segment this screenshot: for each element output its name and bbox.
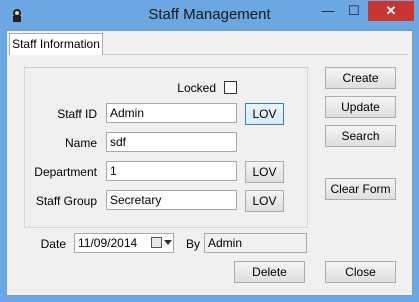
staff-group-lov-button[interactable]: LOV — [245, 190, 284, 212]
search-button[interactable]: Search — [325, 125, 396, 147]
clear-form-button[interactable]: Clear Form — [325, 178, 396, 200]
name-label: Name — [64, 136, 97, 150]
create-button[interactable]: Create — [325, 67, 396, 89]
staff-management-window: Staff Management — ☐ ✕ Staff Information… — [0, 0, 419, 302]
date-label: Date — [40, 237, 66, 251]
title-bar[interactable]: Staff Management — ☐ ✕ — [0, 0, 419, 30]
department-field[interactable]: 1 — [106, 161, 237, 181]
chevron-down-icon[interactable] — [164, 240, 172, 245]
department-lov-button[interactable]: LOV — [245, 161, 284, 183]
locked-label: Locked — [177, 81, 216, 95]
staff-group-label: Staff Group — [35, 194, 97, 208]
tab-staff-information[interactable]: Staff Information — [9, 33, 103, 55]
staff-id-label: Staff ID — [57, 107, 97, 121]
minimize-button[interactable]: — — [315, 1, 341, 21]
staff-id-lov-button[interactable]: LOV — [245, 103, 284, 125]
by-field: Admin — [204, 233, 307, 253]
delete-button[interactable]: Delete — [234, 261, 305, 283]
calendar-icon[interactable] — [151, 237, 162, 248]
date-value: 11/09/2014 — [78, 236, 138, 250]
staff-id-field[interactable]: Admin — [106, 103, 237, 123]
close-window-button[interactable]: ✕ — [368, 1, 414, 21]
department-label: Department — [34, 165, 97, 179]
date-picker[interactable]: 11/09/2014 — [74, 233, 174, 253]
tab-divider — [103, 54, 408, 55]
locked-checkbox[interactable] — [224, 81, 237, 94]
name-field[interactable]: sdf — [106, 132, 237, 152]
maximize-button[interactable]: ☐ — [341, 1, 367, 21]
by-label: By — [185, 237, 200, 251]
close-button[interactable]: Close — [325, 261, 396, 283]
staff-group-field[interactable]: Secretary — [106, 190, 237, 210]
update-button[interactable]: Update — [325, 96, 396, 118]
